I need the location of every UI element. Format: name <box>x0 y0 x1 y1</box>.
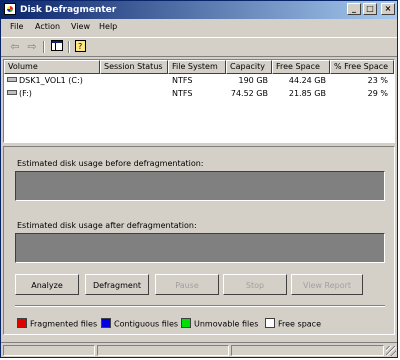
status-pane <box>231 345 384 356</box>
contiguous-swatch <box>101 318 111 328</box>
toolbar: ⇦ ⇨ ? <box>1 37 397 57</box>
menu-help[interactable]: Help <box>99 22 117 31</box>
before-usage-label: Estimated disk usage before defragmentat… <box>17 159 204 168</box>
volume-cell: DSK1_VOL1 (C:) <box>7 76 83 85</box>
column-free-space[interactable]: Free Space <box>272 60 330 74</box>
percent-free-cell: 23 % <box>367 76 388 85</box>
minimize-button[interactable]: _ <box>347 3 361 15</box>
table-row[interactable]: DSK1_VOL1 (C:) NTFS 190 GB 44.24 GB 23 % <box>4 75 394 87</box>
status-bar <box>1 342 397 357</box>
legend-label: Fragmented files <box>30 319 98 329</box>
after-usage-label: Estimated disk usage after defragmentati… <box>17 221 197 230</box>
menu-action[interactable]: Action <box>35 22 60 31</box>
free-space-swatch <box>265 318 275 328</box>
legend-fragmented: Fragmented files <box>17 318 98 329</box>
defragment-button[interactable]: Defragment <box>85 274 149 295</box>
toolbar-separator <box>43 41 45 53</box>
legend-contiguous: Contiguous files <box>101 318 179 329</box>
toolbar-separator <box>68 41 70 53</box>
percent-free-cell: 29 % <box>367 89 388 98</box>
menu-view[interactable]: View <box>71 22 90 31</box>
file-system-cell: NTFS <box>172 76 193 85</box>
status-pane <box>3 345 95 356</box>
help-icon[interactable]: ? <box>73 40 89 54</box>
column-session-status[interactable]: Session Status <box>100 60 168 74</box>
file-system-cell: NTFS <box>172 89 193 98</box>
column-percent-free-space[interactable]: % Free Space <box>330 60 394 74</box>
hard-drive-icon <box>7 77 17 82</box>
column-file-system[interactable]: File System <box>168 60 226 74</box>
legend-free-space: Free space <box>265 318 321 329</box>
svg-text:?: ? <box>78 42 82 51</box>
fragmented-swatch <box>17 318 27 328</box>
disk-defragmenter-window: Disk Defragmenter _ □ × File Action View… <box>0 0 398 358</box>
hard-drive-icon <box>7 90 17 95</box>
legend-unmovable: Unmovable files <box>181 318 259 329</box>
column-capacity[interactable]: Capacity <box>226 60 272 74</box>
pause-button[interactable]: Pause <box>155 274 219 295</box>
menu-file[interactable]: File <box>10 22 23 31</box>
legend-label: Unmovable files <box>194 319 259 329</box>
volume-cell: (F:) <box>7 89 32 98</box>
free-space-cell: 21.85 GB <box>288 89 326 98</box>
capacity-cell: 74.52 GB <box>230 89 268 98</box>
back-arrow-icon[interactable]: ⇦ <box>7 40 23 54</box>
volume-list-header: Volume Session Status File System Capaci… <box>4 60 394 74</box>
column-volume[interactable]: Volume <box>4 60 100 74</box>
volume-name: (F:) <box>19 89 32 98</box>
title-bar[interactable]: Disk Defragmenter _ □ × <box>1 1 397 19</box>
legend-label: Free space <box>278 319 321 329</box>
forward-arrow-icon[interactable]: ⇨ <box>24 40 40 54</box>
capacity-cell: 190 GB <box>238 76 269 85</box>
console-tree-icon[interactable] <box>49 40 65 54</box>
analyze-button[interactable]: Analyze <box>15 274 79 295</box>
table-row[interactable]: (F:) NTFS 74.52 GB 21.85 GB 29 % <box>4 88 394 100</box>
menu-bar: File Action View Help <box>1 20 397 36</box>
legend-label: Contiguous files <box>114 319 179 329</box>
defragmenter-app-icon[interactable] <box>4 3 16 15</box>
status-pane <box>97 345 229 356</box>
after-usage-bar <box>15 233 385 263</box>
unmovable-swatch <box>181 318 191 328</box>
stop-button[interactable]: Stop <box>223 274 287 295</box>
volume-list[interactable]: Volume Session Status File System Capaci… <box>3 59 395 143</box>
maximize-button[interactable]: □ <box>363 3 377 15</box>
free-space-cell: 44.24 GB <box>288 76 326 85</box>
legend-divider <box>15 305 385 307</box>
window-title: Disk Defragmenter <box>20 5 117 15</box>
resize-grip[interactable] <box>386 346 396 356</box>
close-button[interactable]: × <box>381 3 395 15</box>
volume-name: DSK1_VOL1 (C:) <box>19 76 83 85</box>
before-usage-bar <box>15 171 385 201</box>
view-report-button[interactable]: View Report <box>291 274 363 295</box>
